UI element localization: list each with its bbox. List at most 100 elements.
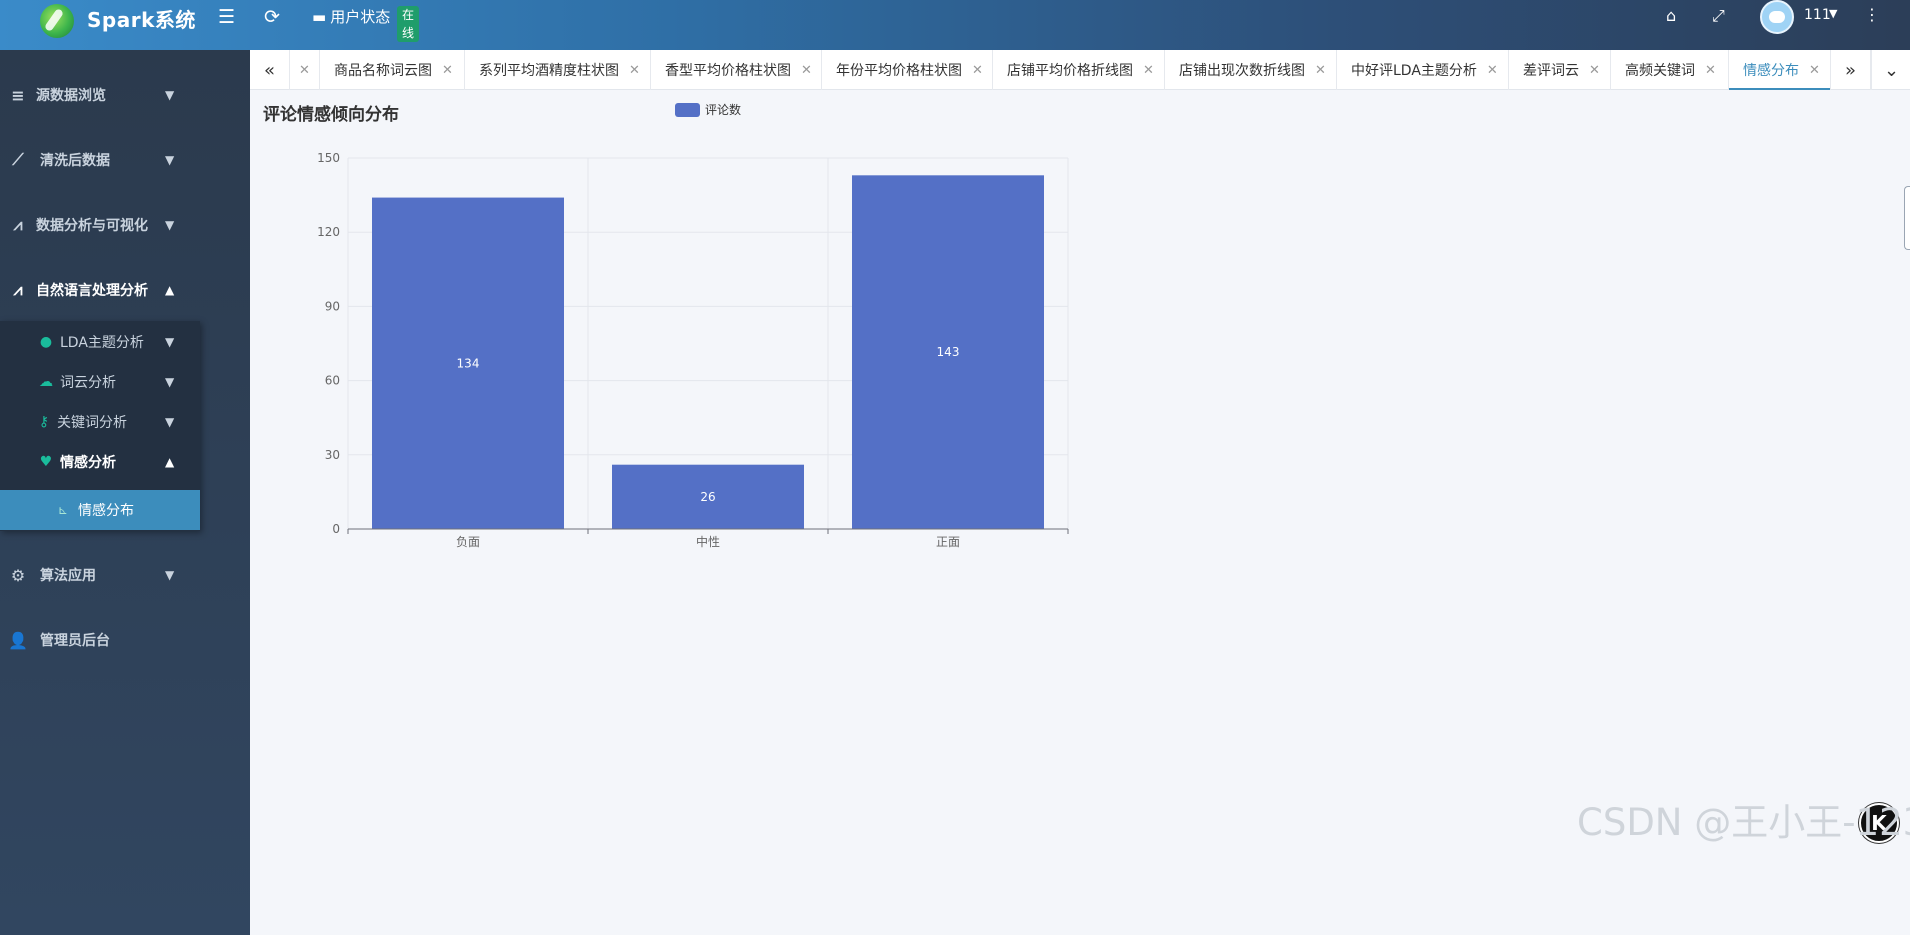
caret-down-icon: ▼ [165,375,175,389]
caret-down-icon: ▼ [165,415,175,429]
sidebar: ≡ 源数据浏览 ▼ ⟋ 清洗后数据 ▼ ⩘ 数据分析与可视化 ▼ ⩘ 自然语言处… [0,50,250,935]
close-icon[interactable]: ✕ [1705,63,1716,78]
bar-data-label: 26 [700,490,715,504]
tab-label: 商品名称词云图 [334,63,432,79]
sidebar-item-nlp-analysis[interactable]: ⩘ 自然语言处理分析 ▲ [0,270,200,310]
tab-item[interactable]: 年份平均价格柱状图 ✕ [822,50,993,90]
sidebar-item-algorithms[interactable]: ⚙ 算法应用 ▼ [0,555,200,595]
tab-label: 情感分布 [1743,63,1799,79]
x-tick-label: 负面 [456,535,480,549]
top-header: Spark系统 ☰ ⟳ ▬ 用户状态 在 线 ⌂ ⤢ 111 ▼ ⋮ [0,0,1910,50]
caret-up-icon: ▲ [165,455,175,469]
tabs-scroll-left-icon[interactable]: « [250,50,290,90]
tabs-scroll-right-icon[interactable]: » [1831,50,1871,90]
user-status-label: 用户状态 [330,8,391,26]
x-tick-label: 正面 [936,535,960,549]
caret-down-icon: ▼ [165,153,175,167]
submenu-item-lda[interactable]: ● LDA主题分析 ▼ [0,324,200,360]
tab-label: 店铺平均价格折线图 [1007,63,1133,79]
close-icon[interactable]: ✕ [1315,63,1326,78]
y-tick-label: 90 [325,299,340,313]
close-icon[interactable]: ✕ [1143,63,1154,78]
username[interactable]: 111 [1804,7,1831,23]
close-icon[interactable]: ✕ [1487,63,1498,78]
online-status-badge: 在 线 [397,6,419,42]
sidebar-item-analysis-visualization[interactable]: ⩘ 数据分析与可视化 ▼ [0,205,200,245]
line-chart-icon: ⩘ [13,280,23,299]
tag-icon[interactable]: ⌂ [1666,6,1676,25]
heart-pulse-icon: ♥ [39,454,53,470]
tabs-dropdown-icon[interactable]: ⌄ [1871,50,1910,90]
side-panel-handle[interactable] [1904,186,1910,250]
tab-label: 高频关键词 [1625,63,1695,79]
tab-item[interactable]: 店铺平均价格折线图 ✕ [993,50,1165,90]
tab-item[interactable]: 差评词云 ✕ [1509,50,1611,90]
comments-icon: ● [39,334,53,350]
sidebar-item-cleaned-data[interactable]: ⟋ 清洗后数据 ▼ [0,140,200,180]
tab-item[interactable]: 商品名称词云图 ✕ [320,50,465,90]
sidebar-item-label: 清洗后数据 [40,153,110,169]
submenu-item-label: 词云分析 [60,375,116,391]
submenu-item-label: LDA主题分析 [60,335,144,351]
tab-item[interactable]: 系列平均酒精度柱状图 ✕ [465,50,651,90]
tab-home-close[interactable]: ✕ [290,50,320,90]
admin-icon: 👤 [8,630,28,650]
menu-fold-icon[interactable]: ☰ [218,6,235,28]
sidebar-item-label: 源数据浏览 [36,88,106,104]
chart-icon: ⊾ [58,503,69,517]
broom-icon: ⟋ [12,150,24,169]
submenu-item-keywords[interactable]: ⚷ 关键词分析 ▼ [0,404,200,440]
caret-down-icon: ▼ [165,218,175,232]
close-icon[interactable]: ✕ [442,63,453,78]
robot-icon: ⚙ [10,565,26,585]
user-caret-icon[interactable]: ▼ [1829,7,1837,20]
y-tick-label: 0 [332,522,340,536]
tab-item[interactable]: 店铺出现次数折线图 ✕ [1165,50,1337,90]
submenu-item-sentiment-distribution[interactable]: ⊾ 情感分布 [0,490,200,530]
close-icon[interactable]: ✕ [1809,63,1820,78]
close-icon[interactable]: ✕ [1589,63,1600,78]
close-icon[interactable]: ✕ [629,63,640,78]
cloud-icon: ☁ [39,374,53,390]
caret-down-icon: ▼ [165,335,175,349]
tab-label: 香型平均价格柱状图 [665,63,791,79]
fullscreen-icon[interactable]: ⤢ [1712,6,1725,26]
brand-title: Spark系统 [87,8,196,32]
caret-down-icon: ▼ [165,568,175,582]
caret-down-icon: ▼ [165,88,175,102]
y-tick-label: 150 [317,151,340,165]
avatar[interactable] [1760,0,1794,34]
close-icon[interactable]: ✕ [972,63,983,78]
tab-item[interactable]: 高频关键词 ✕ [1611,50,1729,90]
logo-icon [40,4,74,38]
submenu-item-sentiment[interactable]: ♥ 情感分析 ▲ [0,444,200,480]
sidebar-item-source-data[interactable]: ≡ 源数据浏览 ▼ [0,75,200,115]
line-chart-icon: ⩘ [13,215,23,234]
submenu-item-wordcloud[interactable]: ☁ 词云分析 ▼ [0,364,200,400]
tab-label: 店铺出现次数折线图 [1179,63,1305,79]
caret-up-icon: ▲ [165,283,175,297]
submenu-item-label: 情感分布 [78,503,134,519]
sidebar-item-label: 自然语言处理分析 [36,283,148,299]
submenu-item-label: 关键词分析 [57,415,127,431]
tab-label: 系列平均酒精度柱状图 [479,63,619,79]
bar-data-label: 134 [457,356,480,370]
tab-item[interactable]: 中好评LDA主题分析 ✕ [1337,50,1509,90]
tab-label: 差评词云 [1523,63,1579,79]
tab-item-active[interactable]: 情感分布 ✕ [1729,50,1831,90]
tab-item[interactable]: 香型平均价格柱状图 ✕ [651,50,822,90]
y-tick-label: 30 [325,448,340,462]
y-tick-label: 60 [325,374,340,388]
close-icon[interactable]: ✕ [801,63,812,78]
x-tick-label: 中性 [696,534,720,549]
sidebar-item-admin[interactable]: 👤 管理员后台 [0,620,200,660]
refresh-icon[interactable]: ⟳ [264,6,280,28]
user-status-icon: ▬ [312,7,327,26]
watermark: CSDN @王小王-123 [1577,801,1910,844]
tab-bar: « ✕ 商品名称词云图 ✕ 系列平均酒精度柱状图 ✕ 香型平均价格柱状图 ✕ 年份平均… [250,50,1910,90]
user-status[interactable]: ▬ 用户状态 [312,6,390,27]
more-vertical-icon[interactable]: ⋮ [1864,5,1880,24]
sidebar-item-label: 算法应用 [40,568,96,584]
bar-data-label: 143 [937,345,960,359]
close-icon[interactable]: ✕ [299,63,310,78]
